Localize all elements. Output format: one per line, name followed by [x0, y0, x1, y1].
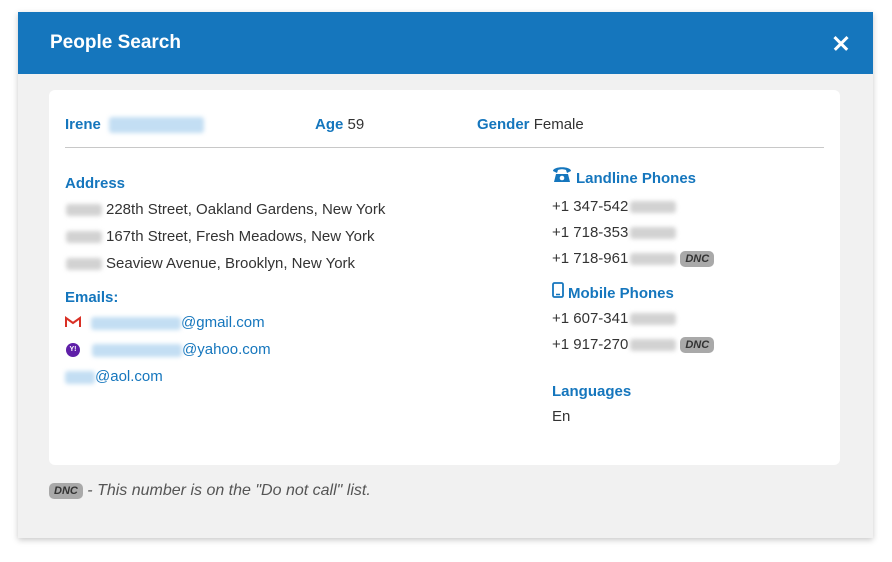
left-column: Address 228th Street, Oakland Gardens, N…	[65, 172, 525, 390]
redacted-last-name	[109, 117, 205, 134]
dnc-badge: DNC	[49, 482, 83, 499]
person-name: Irene	[65, 116, 205, 134]
languages-title: Languages	[552, 383, 632, 400]
redacted-house-number	[66, 231, 102, 244]
people-search-dialog: People Search Irene Age 59 Gender Female…	[18, 12, 873, 538]
mobile-title: Mobile Phones	[552, 282, 812, 306]
emails-title: Emails:	[65, 289, 119, 306]
redacted-phone-digits	[630, 313, 677, 326]
close-icon[interactable]	[829, 31, 853, 55]
person-summary: Irene Age 59 Gender Female	[65, 112, 824, 148]
redacted-phone-digits	[630, 339, 677, 352]
gmail-icon	[65, 310, 85, 337]
redacted-phone-digits	[630, 227, 677, 240]
address-line: 228th Street, Oakland Gardens, New York	[65, 196, 525, 223]
landline-phone[interactable]: +1 347-542	[552, 194, 812, 220]
redacted-email-user	[65, 370, 95, 384]
right-column: Landline Phones +1 347-542 +1 718-353 +1…	[552, 164, 812, 430]
dnc-footnote: DNC - This number is on the "Do not call…	[49, 482, 371, 500]
email-item-yahoo[interactable]: Y! @yahoo.com	[65, 336, 525, 363]
gender-value: Female	[533, 116, 584, 133]
redacted-email-user	[92, 343, 182, 357]
email-item-aol[interactable]: @aol.com	[65, 363, 525, 390]
gender-field: Gender Female	[477, 116, 584, 133]
landline-title: Landline Phones	[552, 164, 812, 194]
age-value: 59	[347, 116, 365, 133]
address-title: Address	[65, 175, 126, 192]
redacted-email-user	[91, 316, 181, 330]
gender-label: Gender	[477, 116, 530, 133]
redacted-house-number	[66, 204, 102, 217]
redacted-house-number	[66, 258, 102, 271]
landline-phone[interactable]: +1 718-353	[552, 220, 812, 246]
dialog-title: People Search	[50, 32, 181, 53]
dialog-header: People Search	[18, 12, 873, 74]
mobile-phone[interactable]: +1 607-341	[552, 306, 812, 332]
person-card: Irene Age 59 Gender Female Address 228th…	[49, 90, 840, 465]
footnote-text: - This number is on the "Do not call" li…	[87, 482, 371, 499]
person-first-name: Irene	[65, 116, 101, 133]
address-line: 167th Street, Fresh Meadows, New York	[65, 223, 525, 250]
telephone-icon	[552, 164, 572, 194]
landline-phone[interactable]: +1 718-961 DNC	[552, 246, 812, 272]
redacted-phone-digits	[630, 201, 677, 214]
yahoo-icon: Y!	[66, 343, 80, 358]
dnc-badge: DNC	[680, 251, 715, 268]
address-line: Seaview Avenue, Brooklyn, New York	[65, 250, 525, 277]
languages-value: En	[552, 408, 571, 425]
email-item-gmail[interactable]: @gmail.com	[65, 309, 525, 336]
age-field: Age 59	[315, 116, 364, 133]
mobile-phone-icon	[552, 282, 564, 306]
mobile-phone[interactable]: +1 917-270 DNC	[552, 332, 812, 358]
age-label: Age	[315, 116, 344, 133]
dnc-badge: DNC	[680, 337, 715, 354]
redacted-phone-digits	[630, 253, 677, 266]
